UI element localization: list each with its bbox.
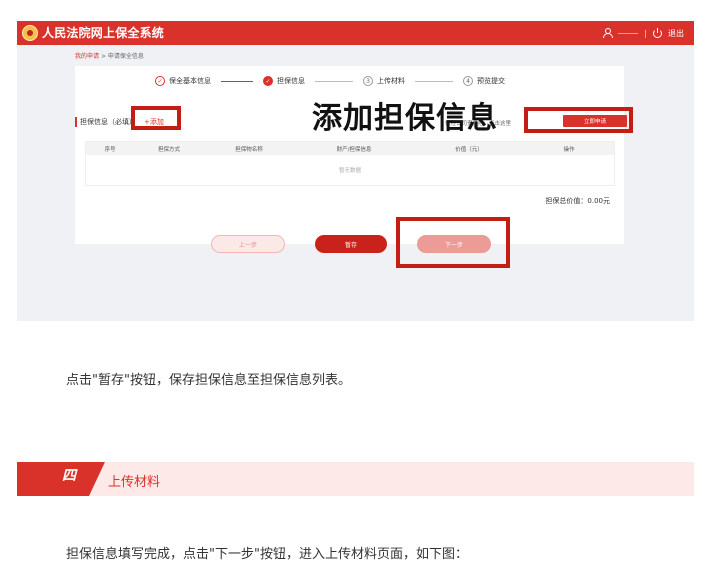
- breadcrumb-current: 申请保全信息: [107, 53, 144, 60]
- section-accent-bar: [75, 117, 77, 127]
- section-number: 四: [62, 468, 76, 484]
- breadcrumb-separator: >: [100, 53, 106, 60]
- column-header: 价值（元）: [455, 146, 483, 153]
- breadcrumb: 我的申请 > 申请保全信息: [75, 51, 144, 60]
- column-header: 担保方式: [157, 146, 180, 153]
- step-number-icon: 4: [463, 76, 473, 86]
- section-title: 上传材料: [108, 475, 161, 490]
- step-connector: [415, 80, 453, 82]
- user-icon[interactable]: [602, 28, 614, 38]
- guarantee-table: 序号 担保方式 担保物名称 财产/担保信息 价值（元） 操作 暂无数据: [85, 141, 615, 186]
- step-upload: 3 上传材料: [363, 76, 405, 86]
- column-header: 担保物名称: [235, 146, 263, 153]
- column-header: 操作: [563, 146, 575, 153]
- top-right-toolbar: | 退出: [602, 27, 684, 39]
- step-connector: [315, 80, 353, 82]
- instruction-text-next: 担保信息填写完成，点击"下一步"按钮，进入上传材料页面，如下图：: [66, 547, 468, 562]
- separator: |: [644, 28, 647, 38]
- check-circle-icon: ✓: [155, 76, 165, 86]
- highlight-box-next: [396, 217, 510, 268]
- breadcrumb-link[interactable]: 我的申请: [75, 53, 99, 60]
- top-bar: 人民法院网上保全系统 | 退出: [17, 21, 694, 45]
- highlight-box-add: [131, 106, 181, 130]
- step-connector: [221, 80, 253, 82]
- guarantee-total: 担保总价值：0.00元: [545, 197, 610, 205]
- screenshot-frame: 人民法院网上保全系统 | 退出 我的申请 > 申请保全信息 ✓ 保全基本信息 ✓…: [17, 21, 694, 321]
- section-number-tab: 四: [17, 462, 105, 496]
- user-name-placeholder: [618, 32, 639, 34]
- overlay-caption: 添加担保信息: [312, 101, 498, 136]
- step-label: 预览提交: [477, 77, 505, 85]
- court-emblem-icon: [22, 25, 38, 41]
- instruction-text-save: 点击"暂存"按钮，保存担保信息至担保信息列表。: [66, 373, 351, 388]
- step-label: 上传材料: [377, 77, 405, 85]
- power-icon[interactable]: [653, 27, 662, 38]
- step-indicator: ✓ 保全基本信息 ✓ 担保信息 3 上传材料 4 预览提交: [155, 74, 505, 88]
- check-circle-icon: ✓: [263, 76, 273, 86]
- empty-table-message: 暂无数据: [338, 168, 361, 174]
- step-label: 担保信息: [277, 77, 305, 85]
- save-draft-button[interactable]: 暂存: [315, 235, 387, 253]
- step-preview: 4 预览提交: [463, 76, 505, 86]
- app-title: 人民法院网上保全系统: [42, 26, 165, 40]
- form-card: ✓ 保全基本信息 ✓ 担保信息 3 上传材料 4 预览提交 担保信息（必填） +…: [75, 66, 627, 253]
- step-guarantee: ✓ 担保信息: [263, 76, 305, 86]
- step-number-icon: 3: [363, 76, 373, 86]
- logout-link[interactable]: 退出: [668, 28, 684, 39]
- guarantee-section-title: 担保信息（必填）: [80, 118, 136, 126]
- table-header: 序号 担保方式 担保物名称 财产/担保信息 价值（元） 操作: [86, 142, 614, 155]
- column-header: 财产/担保信息: [336, 146, 372, 153]
- section-banner: 四 上传材料: [17, 462, 694, 496]
- prev-step-button[interactable]: 上一步: [211, 235, 285, 253]
- step-label: 保全基本信息: [169, 77, 211, 85]
- step-basic-info: ✓ 保全基本信息: [155, 76, 211, 86]
- highlight-box-apply: [524, 107, 633, 133]
- column-header: 序号: [104, 146, 116, 153]
